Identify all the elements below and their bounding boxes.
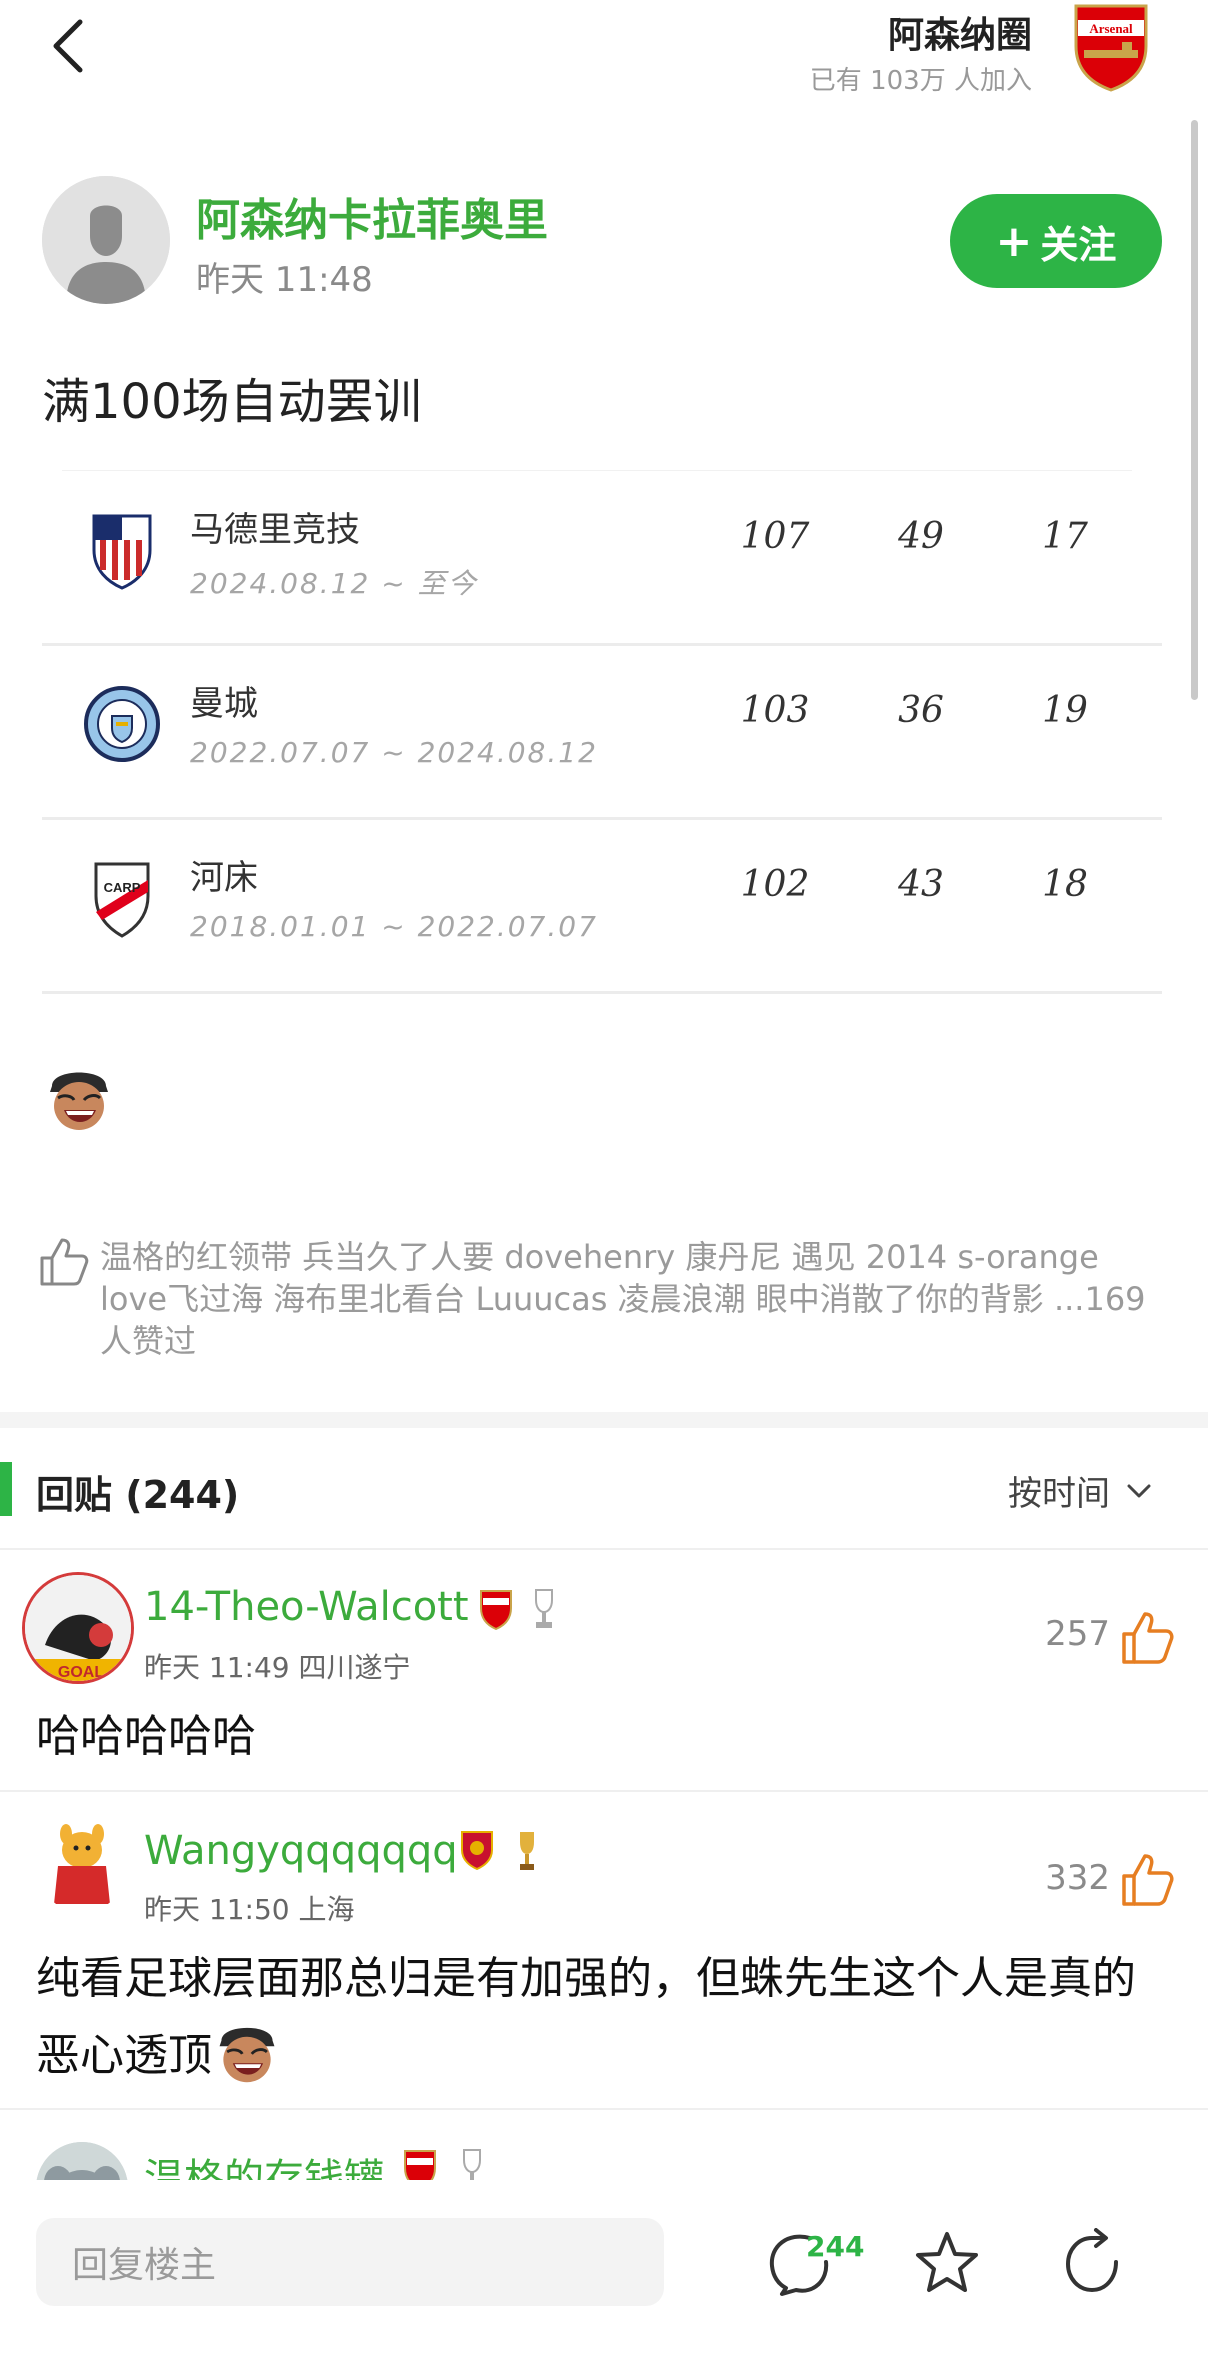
reply-avatar[interactable] <box>36 1820 128 1912</box>
stat-value-2: 36 <box>898 690 944 731</box>
career-row: 马德里竞技 2024.08.12 ~ 至今 107 49 17 <box>42 474 1162 646</box>
share-icon[interactable] <box>1060 2228 1130 2298</box>
default-user-icon <box>42 176 170 304</box>
follow-label: 关注 <box>1040 222 1117 267</box>
section-separator <box>0 1412 1208 1428</box>
arsenal-badge-icon <box>480 1590 512 1630</box>
circle-member-count: 已有 103万 人加入 <box>810 60 1032 97</box>
manchester-city-crest-icon <box>84 686 160 762</box>
laughing-face-sticker-icon <box>50 1072 108 1130</box>
thumb-up-icon[interactable] <box>38 1236 90 1288</box>
club-name: 马德里竞技 <box>190 510 360 550</box>
follow-button[interactable]: + 关注 <box>950 194 1162 288</box>
user-avatar-image <box>36 1820 128 1912</box>
reply-like-count: 332 <box>1045 1858 1110 1898</box>
svg-text:CARP: CARP <box>104 880 141 895</box>
divider <box>0 1790 1208 1792</box>
club-period: 2022.07.07 ~ 2024.08.12 <box>190 736 598 769</box>
members-prefix: 已有 <box>809 66 862 96</box>
reply-meta: 昨天 11:49 四川遂宁 <box>144 1651 411 1684</box>
atletico-madrid-crest-icon <box>92 514 152 590</box>
reply-content: 纯看足球层面那总归是有加强的，但蛛先生这个人是真的恶心透顶 <box>36 1942 1166 2093</box>
career-row: CARP 河床 2018.01.01 ~ 2022.07.07 102 43 1… <box>42 822 1162 994</box>
thumb-up-icon[interactable] <box>1120 1610 1176 1666</box>
club-period: 2018.01.01 ~ 2022.07.07 <box>190 910 598 943</box>
plus-icon: + <box>995 215 1033 267</box>
trophy-badge-icon <box>535 1589 553 1628</box>
stat-appearances: 107 <box>740 516 810 557</box>
divider <box>0 1548 1208 1550</box>
members-count: 103万 <box>870 66 946 96</box>
club-name: 曼城 <box>190 684 258 724</box>
arsenal-crest-icon[interactable]: Arsenal <box>1070 2 1152 92</box>
replies-title: 回贴 (244) <box>36 1473 240 1517</box>
shanghai-port-badge-icon <box>461 1831 493 1870</box>
stat-appearances: 102 <box>740 864 810 905</box>
stat-appearances: 103 <box>740 690 810 731</box>
replies-accent-bar <box>0 1462 12 1516</box>
reply-username[interactable]: 14-Theo-Walcott <box>144 1584 469 1630</box>
author-name[interactable]: 阿森纳卡拉菲奥里 <box>196 184 548 248</box>
sort-label: 按时间 <box>1008 1474 1110 1514</box>
reply-content: 哈哈哈哈哈 <box>36 1711 256 1762</box>
bottom-action-bar: 回复楼主 244 <box>0 2180 1208 2360</box>
reply-avatar[interactable]: GOAL <box>22 1572 134 1684</box>
reply-input[interactable]: 回复楼主 <box>36 2218 664 2306</box>
likers-list[interactable]: 温格的红领带 兵当久了人要 dovehenry 康丹尼 遇见 2014 s-or… <box>100 1236 1170 1362</box>
star-icon[interactable] <box>912 2228 982 2298</box>
reply-username[interactable]: Wangyqqqqqqq <box>144 1828 458 1874</box>
top-bar: 阿森纳圈 已有 103万 人加入 Arsenal <box>0 0 1208 110</box>
table-top-divider <box>62 470 1132 471</box>
club-period: 2024.08.12 ~ 至今 <box>190 567 478 600</box>
stat-value-3: 17 <box>1042 516 1088 557</box>
reply-content-text: 纯看足球层面那总归是有加强的，但蛛先生这个人是真的恶心透顶 <box>36 1953 1136 2081</box>
svg-text:GOAL: GOAL <box>58 1664 104 1681</box>
circle-title[interactable]: 阿森纳圈 <box>888 6 1032 58</box>
reply-meta: 昨天 11:50 上海 <box>144 1893 355 1926</box>
river-plate-crest-icon: CARP <box>94 862 150 938</box>
golden-trophy-icon <box>520 1832 534 1870</box>
laughing-face-sticker-icon <box>219 2027 275 2083</box>
comment-count: 244 <box>806 2230 865 2263</box>
career-row: 曼城 2022.07.07 ~ 2024.08.12 103 36 19 <box>42 648 1162 820</box>
stat-value-2: 49 <box>898 516 944 557</box>
stat-value-2: 43 <box>898 864 944 905</box>
scrollbar[interactable] <box>1191 120 1198 700</box>
chevron-down-icon <box>1127 1484 1151 1497</box>
reply-like-count: 257 <box>1045 1614 1110 1654</box>
stat-value-3: 18 <box>1042 864 1088 905</box>
members-suffix: 人加入 <box>953 66 1032 96</box>
author-avatar[interactable] <box>42 176 170 304</box>
post-title: 满100场自动罢训 <box>42 374 422 430</box>
sort-dropdown[interactable]: 按时间 <box>1008 1466 1152 1515</box>
post-time: 昨天 11:48 <box>196 260 373 300</box>
divider <box>0 2108 1208 2110</box>
back-arrow-icon[interactable] <box>48 16 88 76</box>
arsenal-logo-text: Arsenal <box>1089 21 1133 36</box>
club-name: 河床 <box>190 858 258 898</box>
thumb-up-icon[interactable] <box>1120 1852 1176 1908</box>
user-avatar-image: GOAL <box>25 1575 131 1681</box>
stat-value-3: 19 <box>1042 690 1088 731</box>
